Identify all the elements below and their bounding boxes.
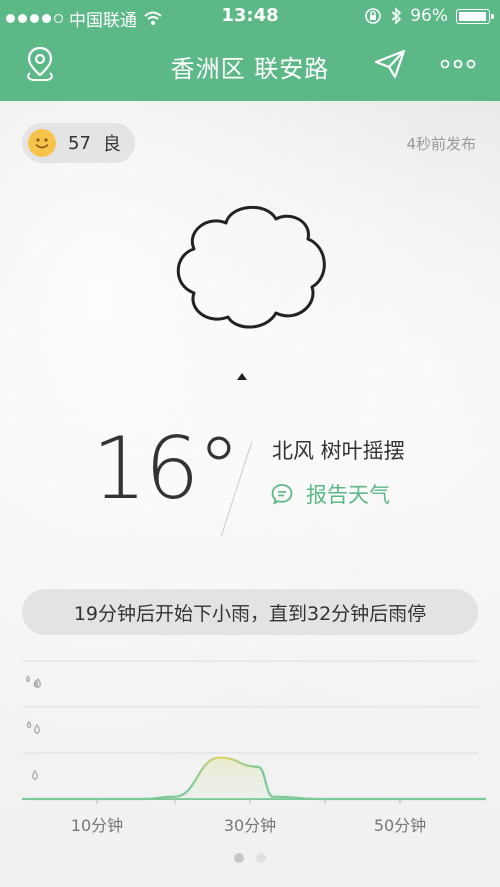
aqi-value: 57 (68, 132, 91, 154)
page-dot-2[interactable] (256, 853, 266, 863)
rain-forecast-banner: 19分钟后开始下小雨，直到32分钟后雨停 (22, 589, 478, 635)
report-weather-label: 报告天气 (306, 483, 390, 507)
expand-up-icon[interactable] (237, 373, 247, 380)
x-axis-ticks: 10分钟 30分钟 50分钟 (71, 799, 426, 835)
battery-percent: 96% (410, 6, 448, 26)
rain-level-icons (26, 675, 41, 781)
page-title: 香洲区 联安路 (170, 55, 330, 83)
rain-drop-icon (32, 769, 38, 781)
cloud-icon (168, 201, 336, 333)
paper-plane-icon (374, 49, 406, 79)
rain-drop-icon (26, 720, 40, 735)
aqi-level: 良 (102, 134, 121, 155)
x-tick-label: 30分钟 (224, 816, 276, 835)
wind-description: 北风 树叶摇摆 (272, 439, 405, 463)
battery-icon (456, 8, 494, 24)
smiley-face-icon (28, 129, 56, 157)
temperature: 16° (92, 419, 240, 519)
x-tick-label: 10分钟 (71, 816, 123, 835)
share-button[interactable] (368, 42, 412, 86)
page-indicator (0, 853, 500, 863)
orientation-lock-icon (365, 8, 382, 24)
rain-chart: 10分钟 30分钟 50分钟 (22, 660, 486, 835)
more-icon (440, 59, 476, 69)
report-weather-button[interactable]: 报告天气 (270, 479, 390, 509)
more-button[interactable] (436, 42, 480, 86)
published-time: 4秒前发布 (406, 135, 476, 153)
app-header: 香洲区 联安路 (0, 32, 500, 101)
rain-area (30, 757, 486, 799)
status-right: 96% (364, 6, 494, 26)
aqi-badge[interactable]: 57 良 (22, 123, 135, 163)
weather-main: 57 良 4秒前发布 16° 北风 树叶摇摆 报告天气 19分钟后开始下小雨，直… (0, 101, 500, 887)
status-bar: 中国联通 13:48 96% (0, 0, 500, 32)
x-tick-label: 50分钟 (374, 816, 426, 835)
rain-drop-icon (26, 675, 41, 689)
bluetooth-icon (391, 7, 402, 25)
page-dot-1[interactable] (234, 853, 244, 863)
chat-bubble-icon (271, 484, 293, 505)
